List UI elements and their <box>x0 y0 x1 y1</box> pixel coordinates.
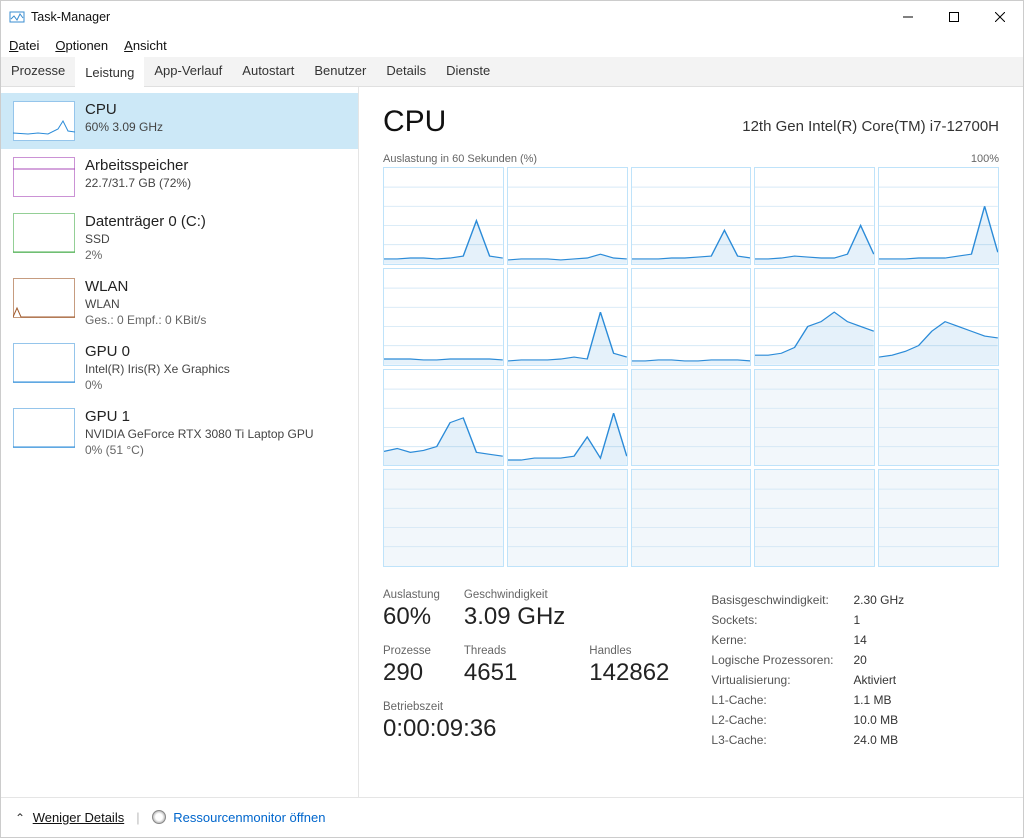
sidebar-item-gpu0[interactable]: GPU 0 Intel(R) Iris(R) Xe Graphics 0% <box>1 335 358 400</box>
sidebar-item-title: WLAN <box>85 278 206 295</box>
menubar: Datei Optionen Ansicht <box>1 33 1023 57</box>
stat-prozesse: Prozesse290 <box>383 645 440 687</box>
gpu0-thumb-icon <box>13 343 75 383</box>
core-chart-1[interactable] <box>383 167 504 265</box>
tab-processes[interactable]: Prozesse <box>1 57 75 86</box>
core-chart-16[interactable] <box>383 469 504 567</box>
spec-row: L1-Cache:1.1 MB <box>711 691 904 709</box>
fewer-details-toggle[interactable]: ⌃ Weniger Details <box>15 810 124 825</box>
cpu-thumb-icon <box>13 101 75 141</box>
cpu-spec-table: Basisgeschwindigkeit:2.30 GHz Sockets:1 Ke… <box>709 589 906 751</box>
window-title: Task-Manager <box>31 10 110 24</box>
open-resource-monitor-link[interactable]: Ressourcenmonitor öffnen <box>152 810 326 825</box>
core-chart-4[interactable] <box>754 167 875 265</box>
tab-strip: Prozesse Leistung App-Verlauf Autostart … <box>1 57 1023 87</box>
chart-caption-left: Auslastung in 60 Sekunden (%) <box>383 153 537 165</box>
cpu-detail-pane: CPU 12th Gen Intel(R) Core(TM) i7-12700H… <box>359 87 1023 797</box>
cpu-model-label: 12th Gen Intel(R) Core(TM) i7-12700H <box>742 118 999 135</box>
sidebar-item-subtitle: 22.7/31.7 GB (72%) <box>85 176 191 190</box>
core-chart-13[interactable] <box>631 369 752 467</box>
spec-row: Kerne:14 <box>711 631 904 649</box>
sidebar-item-gpu1[interactable]: GPU 1 NVIDIA GeForce RTX 3080 Ti Laptop G… <box>1 400 358 465</box>
sidebar-item-title: GPU 1 <box>85 408 314 425</box>
core-chart-10[interactable] <box>878 268 999 366</box>
menu-view[interactable]: Ansicht <box>124 38 167 53</box>
maximize-button[interactable] <box>931 1 977 33</box>
page-title: CPU <box>383 105 446 139</box>
spec-row: L2-Cache:10.0 MB <box>711 711 904 729</box>
sidebar-item-mem[interactable]: Arbeitsspeicher 22.7/31.7 GB (72%) <box>1 149 358 205</box>
spec-row: Virtualisierung:Aktiviert <box>711 671 904 689</box>
cpu-core-chart-grid[interactable] <box>383 167 999 567</box>
content-area: CPU 60% 3.09 GHz Arbeitsspeicher 22.7/31.7 … <box>1 87 1023 797</box>
sidebar-item-title: CPU <box>85 101 163 118</box>
core-chart-5[interactable] <box>878 167 999 265</box>
stat-geschwindigkeit: Geschwindigkeit3.09 GHz <box>464 589 565 631</box>
tab-app-history[interactable]: App-Verlauf <box>144 57 232 86</box>
sidebar-item-subtitle2: 0% <box>85 378 230 392</box>
stat-auslastung: Auslastung60% <box>383 589 440 631</box>
core-chart-8[interactable] <box>631 268 752 366</box>
spec-row: L3-Cache:24.0 MB <box>711 731 904 749</box>
sidebar-item-subtitle: WLAN <box>85 297 206 311</box>
stat-threads: Threads4651 <box>464 645 565 687</box>
sidebar-item-subtitle: 60% 3.09 GHz <box>85 120 163 134</box>
menu-options[interactable]: Optionen <box>55 38 108 53</box>
window-controls <box>885 1 1023 33</box>
core-chart-18[interactable] <box>631 469 752 567</box>
task-manager-window: Task-Manager Datei Optionen Ansicht Proz… <box>0 0 1024 838</box>
spec-row: Sockets:1 <box>711 611 904 629</box>
titlebar[interactable]: Task-Manager <box>1 1 1023 33</box>
spec-row: Logische Prozessoren:20 <box>711 651 904 669</box>
app-icon <box>9 9 25 25</box>
sidebar-item-subtitle2: Ges.: 0 Empf.: 0 KBit/s <box>85 313 206 327</box>
core-chart-9[interactable] <box>754 268 875 366</box>
core-chart-11[interactable] <box>383 369 504 467</box>
core-chart-3[interactable] <box>631 167 752 265</box>
close-button[interactable] <box>977 1 1023 33</box>
sidebar-item-subtitle2: 0% (51 °C) <box>85 443 314 457</box>
tab-users[interactable]: Benutzer <box>304 57 376 86</box>
core-chart-17[interactable] <box>507 469 628 567</box>
chart-caption-right: 100% <box>971 153 999 165</box>
sidebar-item-disk[interactable]: Datenträger 0 (C:) SSD 2% <box>1 205 358 270</box>
disk-thumb-icon <box>13 213 75 253</box>
tab-services[interactable]: Dienste <box>436 57 500 86</box>
stat-betriebszeit: Betriebszeit0:00:09:36 <box>383 701 669 743</box>
sidebar-item-title: Arbeitsspeicher <box>85 157 191 174</box>
core-chart-14[interactable] <box>754 369 875 467</box>
core-chart-2[interactable] <box>507 167 628 265</box>
core-chart-6[interactable] <box>383 268 504 366</box>
sidebar-item-title: Datenträger 0 (C:) <box>85 213 206 230</box>
core-chart-7[interactable] <box>507 268 628 366</box>
footer-bar: ⌃ Weniger Details | Ressourcenmonitor öf… <box>1 797 1023 837</box>
gpu1-thumb-icon <box>13 408 75 448</box>
menu-file[interactable]: Datei <box>9 38 39 53</box>
mem-thumb-icon <box>13 157 75 197</box>
sidebar-item-subtitle: SSD <box>85 232 206 246</box>
core-chart-20[interactable] <box>878 469 999 567</box>
resource-monitor-icon <box>152 810 166 824</box>
sidebar-item-cpu[interactable]: CPU 60% 3.09 GHz <box>1 93 358 149</box>
sidebar-item-wlan[interactable]: WLAN WLAN Ges.: 0 Empf.: 0 KBit/s <box>1 270 358 335</box>
chevron-up-icon: ⌃ <box>15 811 25 825</box>
tab-performance[interactable]: Leistung <box>75 57 144 87</box>
core-chart-12[interactable] <box>507 369 628 467</box>
cpu-stats: Auslastung60% Geschwindigkeit3.09 GHz Proz… <box>383 589 999 751</box>
tab-startup[interactable]: Autostart <box>232 57 304 86</box>
sidebar-item-subtitle2: 2% <box>85 248 206 262</box>
performance-sidebar[interactable]: CPU 60% 3.09 GHz Arbeitsspeicher 22.7/31.7 … <box>1 87 359 797</box>
spec-row: Basisgeschwindigkeit:2.30 GHz <box>711 591 904 609</box>
sidebar-item-subtitle: Intel(R) Iris(R) Xe Graphics <box>85 362 230 376</box>
separator: | <box>136 810 139 825</box>
core-chart-19[interactable] <box>754 469 875 567</box>
core-chart-15[interactable] <box>878 369 999 467</box>
wlan-thumb-icon <box>13 278 75 318</box>
stat-handles: Handles142862 <box>589 645 669 687</box>
sidebar-item-title: GPU 0 <box>85 343 230 360</box>
minimize-button[interactable] <box>885 1 931 33</box>
tab-details[interactable]: Details <box>376 57 436 86</box>
sidebar-item-subtitle: NVIDIA GeForce RTX 3080 Ti Laptop GPU <box>85 427 314 441</box>
